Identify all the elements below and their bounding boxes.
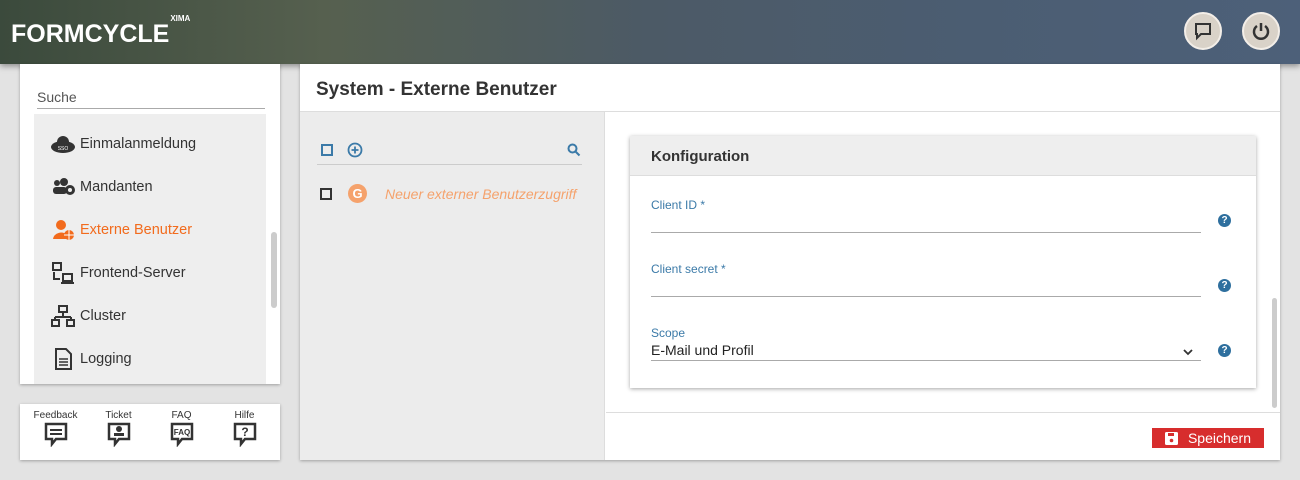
save-button[interactable]: Speichern (1152, 428, 1264, 448)
item-checkbox[interactable] (320, 188, 332, 200)
logo: FORMCYCLEXIMA (11, 20, 190, 49)
sidebar-item-label: Cluster (80, 308, 126, 324)
feedback-icon (43, 421, 69, 447)
footer-divider (606, 412, 1280, 413)
feedback-button[interactable]: Feedback (26, 404, 86, 460)
help-label: Ticket (105, 410, 131, 421)
sidebar-item-label: Mandanten (80, 179, 153, 195)
floppy-icon (1165, 432, 1178, 445)
help-bar: Feedback Ticket FAQ FAQ Hilfe? (20, 404, 280, 460)
logo-sup: XIMA (170, 14, 190, 23)
sidebar-item-cluster[interactable]: Cluster (48, 304, 126, 328)
field-value[interactable] (651, 278, 1201, 296)
help-icon[interactable]: ? (1218, 214, 1231, 227)
hilfe-button[interactable]: Hilfe? (215, 404, 275, 460)
save-label: Speichern (1188, 430, 1251, 446)
user-globe-icon (48, 218, 78, 242)
sidebar-item-frontend-server[interactable]: Frontend-Server (48, 261, 186, 285)
power-icon (1251, 21, 1271, 41)
document-icon (48, 347, 78, 371)
detail-scrollbar[interactable] (1272, 298, 1277, 408)
config-card: Konfiguration Client ID * ? Client secre… (630, 136, 1256, 388)
chevron-down-icon (1183, 348, 1193, 356)
field-label: Client ID * (651, 198, 1201, 212)
add-circle-icon[interactable] (347, 142, 363, 158)
sidebar-scrollbar[interactable] (271, 232, 277, 308)
question-icon: ? (232, 421, 258, 447)
users-gear-icon (48, 175, 78, 199)
list-item[interactable]: G Neuer externer Benutzerzugriff (320, 184, 576, 203)
help-icon[interactable]: ? (1218, 344, 1231, 357)
help-icon[interactable]: ? (1218, 279, 1231, 292)
logo-text: FORMCYCLE (11, 20, 169, 48)
list-item-label: Neuer externer Benutzerzugriff (385, 186, 576, 202)
sidebar-item-logging[interactable]: Logging (48, 347, 132, 371)
svg-text:SSO: SSO (58, 146, 69, 152)
sitemap-icon (48, 304, 78, 328)
faq-icon: FAQ (169, 421, 195, 447)
logout-button[interactable] (1242, 12, 1280, 50)
svg-text:FAQ: FAQ (173, 428, 189, 437)
field-value[interactable] (651, 214, 1201, 232)
ticket-icon (106, 421, 132, 447)
sidebar-item-label: Externe Benutzer (80, 222, 192, 238)
help-label: FAQ (171, 410, 191, 421)
svg-text:?: ? (241, 425, 248, 439)
client-id-field[interactable]: Client ID * (651, 198, 1201, 233)
chat-icon (1193, 21, 1213, 41)
search-input[interactable]: Suche (37, 89, 265, 109)
sidebar-item-label: Frontend-Server (80, 265, 186, 281)
sidebar-item-einmalanmeldung[interactable]: SSO Einmalanmeldung (48, 132, 196, 156)
list-toolbar (317, 138, 582, 165)
sidebar-item-mandanten[interactable]: Mandanten (48, 175, 153, 199)
ticket-button[interactable]: Ticket (89, 404, 149, 460)
sidebar-item-label: Logging (80, 351, 132, 367)
field-label: Client secret * (651, 262, 1201, 276)
client-secret-field[interactable]: Client secret * (651, 262, 1201, 297)
network-computers-icon (48, 261, 78, 285)
app-header: FORMCYCLEXIMA (0, 0, 1300, 64)
sso-cloud-icon: SSO (48, 132, 78, 156)
detail-panel: Konfiguration Client ID * ? Client secre… (606, 112, 1280, 460)
chat-button[interactable] (1184, 12, 1222, 50)
google-icon: G (348, 184, 367, 203)
field-value[interactable]: E-Mail und Profil (651, 342, 1201, 360)
field-label: Scope (651, 326, 1201, 340)
page-title: System - Externe Benutzer (316, 79, 557, 101)
config-title: Konfiguration (630, 136, 1256, 176)
faq-button[interactable]: FAQ FAQ (152, 404, 212, 460)
help-label: Hilfe (234, 410, 254, 421)
sidebar-item-label: Einmalanmeldung (80, 136, 196, 152)
main-panel: System - Externe Benutzer G Neuer extern… (300, 64, 1280, 460)
help-label: Feedback (34, 410, 78, 421)
entry-list: G Neuer externer Benutzerzugriff (300, 112, 605, 460)
select-all-checkbox[interactable] (321, 144, 333, 156)
search-icon[interactable] (567, 143, 581, 157)
sidebar-item-externe-benutzer[interactable]: Externe Benutzer (48, 218, 192, 242)
scope-select[interactable]: Scope E-Mail und Profil (651, 326, 1201, 361)
